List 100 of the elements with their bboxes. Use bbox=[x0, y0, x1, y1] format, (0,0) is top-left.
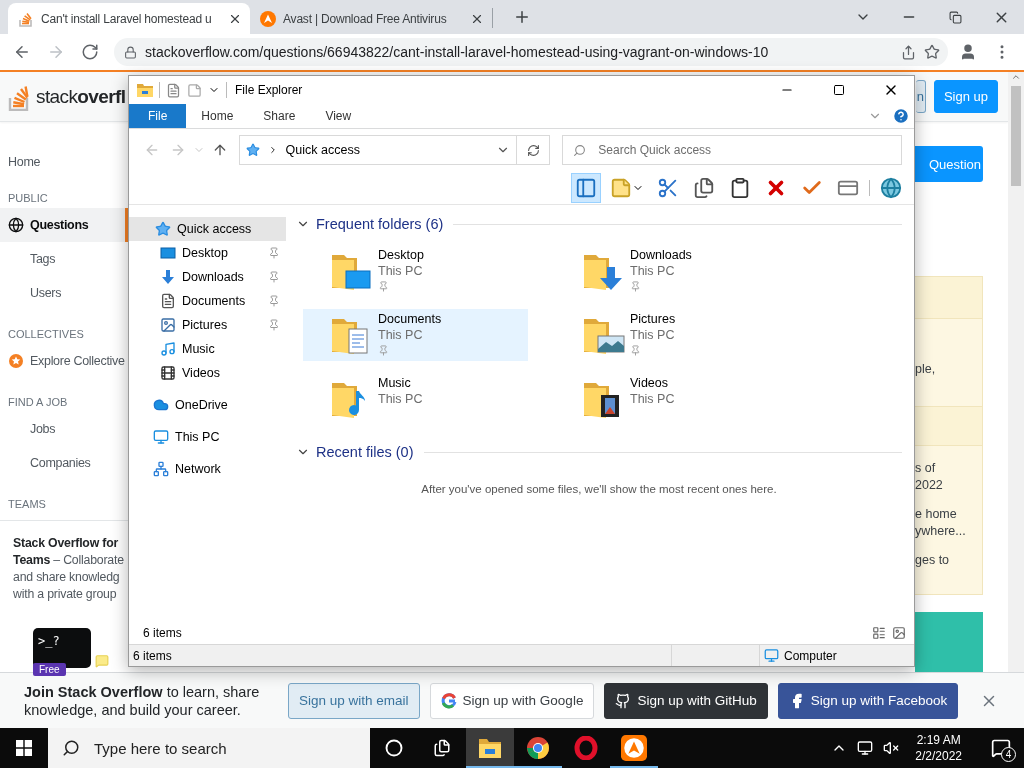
share-icon[interactable] bbox=[901, 44, 916, 60]
status-location: Computer bbox=[784, 648, 837, 663]
notification-button[interactable]: 4 bbox=[978, 728, 1024, 768]
globe-icon bbox=[880, 176, 902, 199]
restore-icon[interactable] bbox=[948, 10, 962, 24]
group-header[interactable]: Frequent folders (6) bbox=[316, 216, 444, 232]
folder-name: Documents bbox=[378, 311, 442, 327]
refresh-button[interactable] bbox=[517, 135, 551, 165]
profile-icon[interactable] bbox=[959, 43, 977, 61]
folder-location: This PC bbox=[630, 263, 676, 279]
scroll-up-icon[interactable] bbox=[1011, 72, 1021, 82]
sidebar-heading: PUBLIC bbox=[7, 191, 49, 206]
sidebar-item[interactable]: Questions bbox=[0, 208, 128, 242]
folder-item[interactable]: Videos This PC bbox=[555, 373, 780, 425]
cortana-icon[interactable] bbox=[385, 739, 403, 757]
notice-text: ple, bbox=[915, 361, 937, 378]
clock[interactable]: 2:19 AM 2/2/2022 bbox=[909, 732, 968, 764]
properties-icon bbox=[610, 176, 632, 199]
film-icon bbox=[160, 365, 176, 381]
window-title: File Explorer bbox=[235, 83, 304, 97]
taskbar-search-field[interactable]: Type here to search bbox=[48, 728, 370, 768]
browser-tab[interactable]: Avast | Download Free Antivirus bbox=[250, 3, 492, 34]
teams-promo-text: Stack Overflow for Teams – Collaborate and share knowledg with a private group bbox=[13, 535, 125, 603]
back-icon[interactable] bbox=[13, 43, 31, 61]
sidebar-item[interactable]: Explore Collective bbox=[0, 344, 128, 378]
avast-logo-icon bbox=[260, 10, 276, 27]
group-header[interactable]: Recent files (0) bbox=[316, 444, 414, 460]
nav-item[interactable]: Desktop bbox=[129, 241, 286, 265]
computer-icon bbox=[153, 429, 169, 445]
nav-item[interactable]: This PC bbox=[129, 425, 286, 449]
reload-icon[interactable] bbox=[81, 43, 99, 61]
scrollbar[interactable] bbox=[1008, 72, 1024, 672]
folder-icon bbox=[478, 737, 502, 759]
sign-up-button[interactable]: Sign up with email bbox=[288, 682, 420, 719]
collectives-icon bbox=[8, 353, 24, 369]
bookmark-star-icon[interactable] bbox=[924, 44, 940, 60]
nav-item[interactable]: Music bbox=[129, 337, 286, 361]
browser-tab[interactable]: Can't install Laravel homestead u bbox=[8, 3, 250, 34]
folder-icon bbox=[137, 83, 153, 97]
sidebar-heading: COLLECTIVES bbox=[7, 327, 85, 342]
folder-location: This PC bbox=[378, 263, 424, 279]
folder-item[interactable]: Pictures This PC bbox=[555, 309, 780, 361]
muted-speaker-icon[interactable] bbox=[883, 740, 900, 756]
sidebar-heading: FIND A JOB bbox=[7, 395, 69, 410]
search-field[interactable]: Search Quick access bbox=[562, 135, 902, 165]
nav-item[interactable]: Downloads bbox=[129, 265, 286, 289]
document-icon bbox=[160, 293, 176, 309]
folder-item[interactable]: Desktop This PC bbox=[303, 245, 528, 297]
sign-up-button[interactable]: Sign up with GitHub bbox=[604, 682, 768, 719]
sidebar-item[interactable]: Jobs bbox=[0, 412, 128, 446]
nav-item[interactable]: Pictures bbox=[129, 313, 286, 337]
ribbon-tab[interactable]: Home bbox=[186, 104, 249, 128]
nav-item[interactable]: OneDrive bbox=[129, 393, 286, 417]
nav-item[interactable]: Documents bbox=[129, 289, 286, 313]
folder-item[interactable]: Documents This PC bbox=[303, 309, 528, 361]
new-tab-icon[interactable] bbox=[513, 8, 531, 26]
scrollbar-thumb[interactable] bbox=[1011, 86, 1021, 186]
folder-name: Pictures bbox=[630, 311, 676, 327]
sign-up-button[interactable]: Sign up with Facebook bbox=[777, 682, 959, 719]
status-count: 6 items bbox=[133, 648, 172, 663]
sign-up-button[interactable]: Sign up with Google bbox=[429, 682, 595, 719]
details-view-icon[interactable] bbox=[872, 626, 886, 640]
star-icon bbox=[155, 221, 171, 237]
help-icon[interactable] bbox=[892, 107, 910, 125]
search-icon bbox=[573, 143, 587, 157]
notice-text: e home ywhere... bbox=[915, 506, 967, 540]
folder-name: Desktop bbox=[378, 247, 424, 263]
nav-item[interactable]: Videos bbox=[129, 361, 286, 385]
folder-name: Videos bbox=[630, 375, 669, 391]
notice-text: s of 2022 bbox=[915, 460, 944, 494]
download-arrow-icon bbox=[160, 269, 176, 285]
maximize-icon[interactable] bbox=[833, 84, 845, 96]
preview-pane-icon bbox=[575, 176, 597, 199]
address-field[interactable]: Quick access bbox=[238, 135, 518, 165]
task-view-icon[interactable] bbox=[433, 739, 451, 757]
nav-item[interactable]: Network bbox=[129, 457, 286, 481]
globe-icon bbox=[8, 217, 24, 233]
sidebar-heading: TEAMS bbox=[7, 497, 47, 512]
music-note-icon bbox=[160, 341, 176, 357]
nav-item[interactable]: Quick access bbox=[129, 217, 286, 241]
sidebar-item[interactable]: Companies bbox=[0, 446, 128, 480]
large-icons-view-icon[interactable] bbox=[892, 626, 906, 640]
properties-icon[interactable] bbox=[166, 82, 181, 98]
star-icon bbox=[245, 143, 260, 157]
sidebar-item[interactable]: Home bbox=[0, 150, 128, 174]
ribbon-tab[interactable]: Share bbox=[248, 104, 311, 128]
folder-item[interactable]: Music This PC bbox=[303, 373, 528, 425]
address-bar[interactable]: stackoverflow.com/questions/66943822/cant-install-laravel-homestead-using-vagrant-on-windows-10 bbox=[114, 38, 948, 66]
site-logo[interactable]: stackoverfl bbox=[36, 85, 126, 108]
folder-name: Music bbox=[378, 375, 412, 391]
opera-logo-icon bbox=[574, 736, 598, 760]
folder-location: This PC bbox=[630, 327, 676, 343]
picture-icon bbox=[160, 317, 176, 333]
sidebar-item[interactable]: Tags bbox=[0, 242, 128, 276]
folder-item[interactable]: Downloads This PC bbox=[555, 245, 780, 297]
refresh-icon bbox=[526, 143, 540, 157]
promo-banner bbox=[915, 612, 983, 672]
ribbon-tab[interactable]: View bbox=[310, 104, 367, 128]
ribbon-tab[interactable]: File bbox=[129, 104, 187, 128]
sidebar-item[interactable]: Users bbox=[0, 276, 128, 310]
